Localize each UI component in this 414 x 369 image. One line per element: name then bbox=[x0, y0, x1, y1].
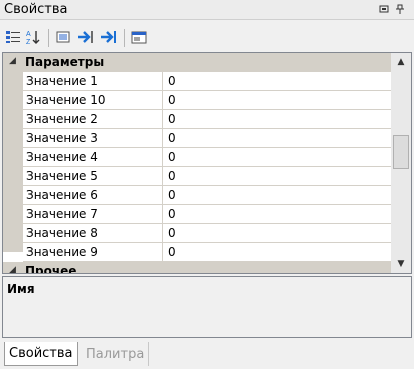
property-row[interactable]: Значение 2 0 bbox=[23, 110, 391, 129]
column-splitter[interactable] bbox=[162, 148, 163, 167]
svg-text:Z: Z bbox=[26, 39, 31, 45]
toolbar: A Z bbox=[0, 24, 414, 52]
property-value[interactable]: 0 bbox=[168, 226, 176, 240]
property-value[interactable]: 0 bbox=[168, 131, 176, 145]
column-splitter[interactable] bbox=[162, 129, 163, 148]
scroll-up-icon[interactable]: ▲ bbox=[391, 53, 411, 71]
property-name: Значение 9 bbox=[26, 245, 98, 259]
property-value[interactable]: 0 bbox=[168, 169, 176, 183]
vertical-scrollbar[interactable]: ▲ ▼ bbox=[391, 53, 411, 273]
toolbar-separator bbox=[124, 29, 125, 47]
grid-gutter bbox=[3, 72, 23, 252]
property-name: Значение 1 bbox=[26, 74, 98, 88]
property-row[interactable]: Значение 1 0 bbox=[23, 72, 391, 91]
property-grid: ◢ Параметры Значение 1 0 Значение 10 0 З… bbox=[2, 52, 412, 274]
tab-properties[interactable]: Свойства bbox=[4, 342, 78, 366]
panel-tabs: Свойства Палитра bbox=[0, 340, 414, 369]
property-name: Значение 8 bbox=[26, 226, 98, 240]
property-value[interactable]: 0 bbox=[168, 207, 176, 221]
property-value[interactable]: 0 bbox=[168, 112, 176, 126]
window-position-icon[interactable] bbox=[378, 3, 390, 15]
property-row[interactable]: Значение 3 0 bbox=[23, 129, 391, 148]
property-name: Значение 2 bbox=[26, 112, 98, 126]
toolbar-separator bbox=[48, 29, 49, 47]
go-to-last-icon[interactable] bbox=[100, 28, 118, 46]
pin-icon[interactable] bbox=[394, 3, 406, 15]
property-name: Значение 5 bbox=[26, 169, 98, 183]
category-parameters[interactable]: ◢ Параметры bbox=[3, 53, 391, 72]
property-row[interactable]: Значение 4 0 bbox=[23, 148, 391, 167]
scroll-thumb[interactable] bbox=[393, 135, 409, 169]
property-pages-icon[interactable] bbox=[130, 28, 148, 46]
description-pane: Имя bbox=[2, 276, 412, 338]
properties-icon[interactable] bbox=[54, 28, 72, 46]
column-splitter[interactable] bbox=[162, 167, 163, 186]
categorized-view-icon[interactable] bbox=[4, 28, 22, 46]
column-splitter[interactable] bbox=[162, 186, 163, 205]
property-value[interactable]: 0 bbox=[168, 74, 176, 88]
column-splitter[interactable] bbox=[162, 110, 163, 129]
property-row[interactable]: Значение 10 0 bbox=[23, 91, 391, 110]
panel-titlebar: Свойства bbox=[0, 0, 414, 20]
category-label: Прочее bbox=[25, 264, 77, 274]
property-name: Значение 4 bbox=[26, 150, 98, 164]
collapse-arrow-icon[interactable]: ◢ bbox=[9, 56, 16, 66]
property-row[interactable]: Значение 8 0 bbox=[23, 224, 391, 243]
column-splitter[interactable] bbox=[162, 224, 163, 243]
scroll-down-icon[interactable]: ▼ bbox=[391, 255, 411, 273]
property-value[interactable]: 0 bbox=[168, 245, 176, 259]
description-title: Имя bbox=[7, 282, 35, 296]
svg-text:A: A bbox=[26, 31, 31, 38]
property-name: Значение 10 bbox=[26, 93, 106, 107]
category-other[interactable]: ◢ Прочее bbox=[3, 262, 391, 274]
property-name: Значение 6 bbox=[26, 188, 98, 202]
property-value[interactable]: 0 bbox=[168, 93, 176, 107]
property-row[interactable]: Значение 9 0 bbox=[23, 243, 391, 262]
column-splitter[interactable] bbox=[162, 72, 163, 91]
column-splitter[interactable] bbox=[162, 243, 163, 262]
go-to-next-icon[interactable] bbox=[77, 28, 95, 46]
sort-alphabetical-icon[interactable]: A Z bbox=[24, 28, 42, 46]
panel-title: Свойства bbox=[4, 2, 68, 17]
column-splitter[interactable] bbox=[162, 205, 163, 224]
property-value[interactable]: 0 bbox=[168, 150, 176, 164]
property-row[interactable]: Значение 5 0 bbox=[23, 167, 391, 186]
property-name: Значение 3 bbox=[26, 131, 98, 145]
category-label: Параметры bbox=[25, 55, 105, 69]
property-value[interactable]: 0 bbox=[168, 188, 176, 202]
property-name: Значение 7 bbox=[26, 207, 98, 221]
property-row[interactable]: Значение 7 0 bbox=[23, 205, 391, 224]
tab-palette[interactable]: Палитра bbox=[82, 342, 150, 366]
collapse-arrow-icon[interactable]: ◢ bbox=[9, 265, 16, 273]
column-splitter[interactable] bbox=[162, 91, 163, 110]
property-row[interactable]: Значение 6 0 bbox=[23, 186, 391, 205]
